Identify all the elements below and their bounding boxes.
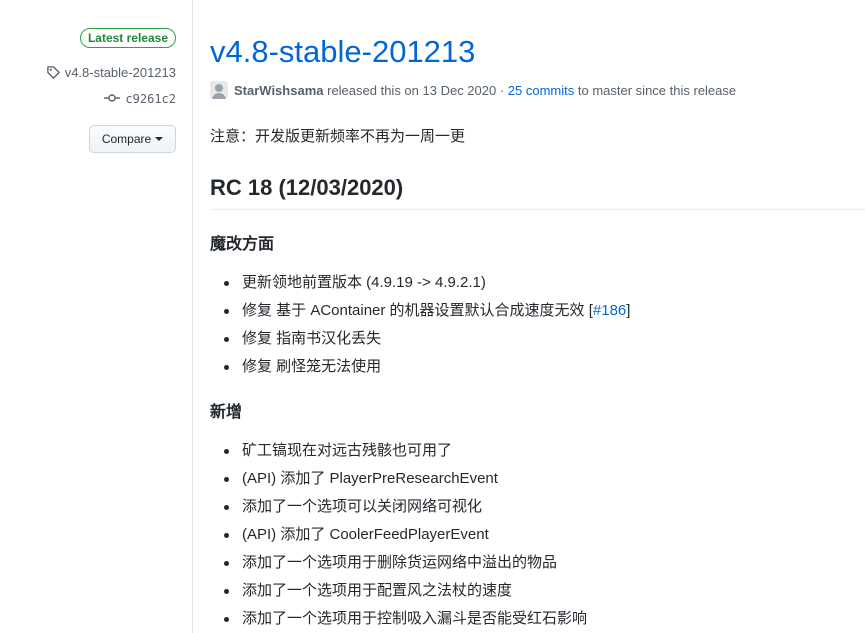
compare-label: Compare [101,132,152,146]
group-list-mod: 更新领地前置版本 (4.9.19 -> 4.9.2.1) 修复 基于 ACont… [210,269,630,381]
latest-release-badge: Latest release [79,28,176,48]
release-sidebar: Latest release v4.8-stable-201213 c9261c… [0,0,193,633]
list-item: (API) 添加了 CoolerFeedPlayerEvent [210,521,587,549]
section-heading: RC 18 (12/03/2020) [210,175,404,200]
list-item: 更新领地前置版本 (4.9.19 -> 4.9.2.1) [210,269,630,297]
list-item: 修复 指南书汉化丢失 [210,325,630,353]
release-title-link[interactable]: v4.8-stable-201213 [210,32,475,72]
commits-suffix: to master since this release [577,82,737,98]
list-item: 修复 基于 AContainer 的机器设置默认合成速度无效 [#186] [210,297,630,325]
author-link[interactable]: StarWishsama [234,83,323,98]
release-tag-link[interactable]: v4.8-stable-201213 [46,65,176,80]
compare-button[interactable]: Compare [89,125,176,153]
list-item: 矿工镐现在对远古残骸也可用了 [210,437,587,465]
issue-link[interactable]: #186 [593,302,626,319]
released-text: released this on 13 Dec 2020 · [327,82,505,98]
release-tag-label: v4.8-stable-201213 [64,65,176,80]
release-commit-link[interactable]: c9261c2 [104,92,176,106]
release-notice: 注意：开发版更新频率不再为一周一更 [210,128,466,145]
commit-sha: c9261c2 [125,92,176,106]
list-item: 修复 刷怪笼无法使用 [210,353,630,381]
list-item: 添加了一个选项用于删除货运网络中溢出的物品 [210,549,587,577]
avatar[interactable] [210,81,228,99]
chevron-down-icon [155,137,164,141]
group-list-new: 矿工镐现在对远古残骸也可用了 (API) 添加了 PlayerPreResear… [210,437,587,633]
tag-icon [46,65,61,80]
list-item: 添加了一个选项可以关闭网络可视化 [210,493,587,521]
list-item: 添加了一个选项用于配置风之法杖的速度 [210,577,587,605]
group-heading-new: 新增 [210,404,243,421]
list-item: (API) 添加了 PlayerPreResearchEvent [210,465,587,493]
list-item: 添加了一个选项用于控制吸入漏斗是否能受红石影响 [210,605,587,633]
release-meta: StarWishsama released this on 13 Dec 202… [210,80,736,100]
commits-link[interactable]: 25 commits [508,83,574,98]
commit-icon [104,92,121,106]
group-heading-mod: 魔改方面 [210,236,275,253]
section-divider [210,209,865,210]
